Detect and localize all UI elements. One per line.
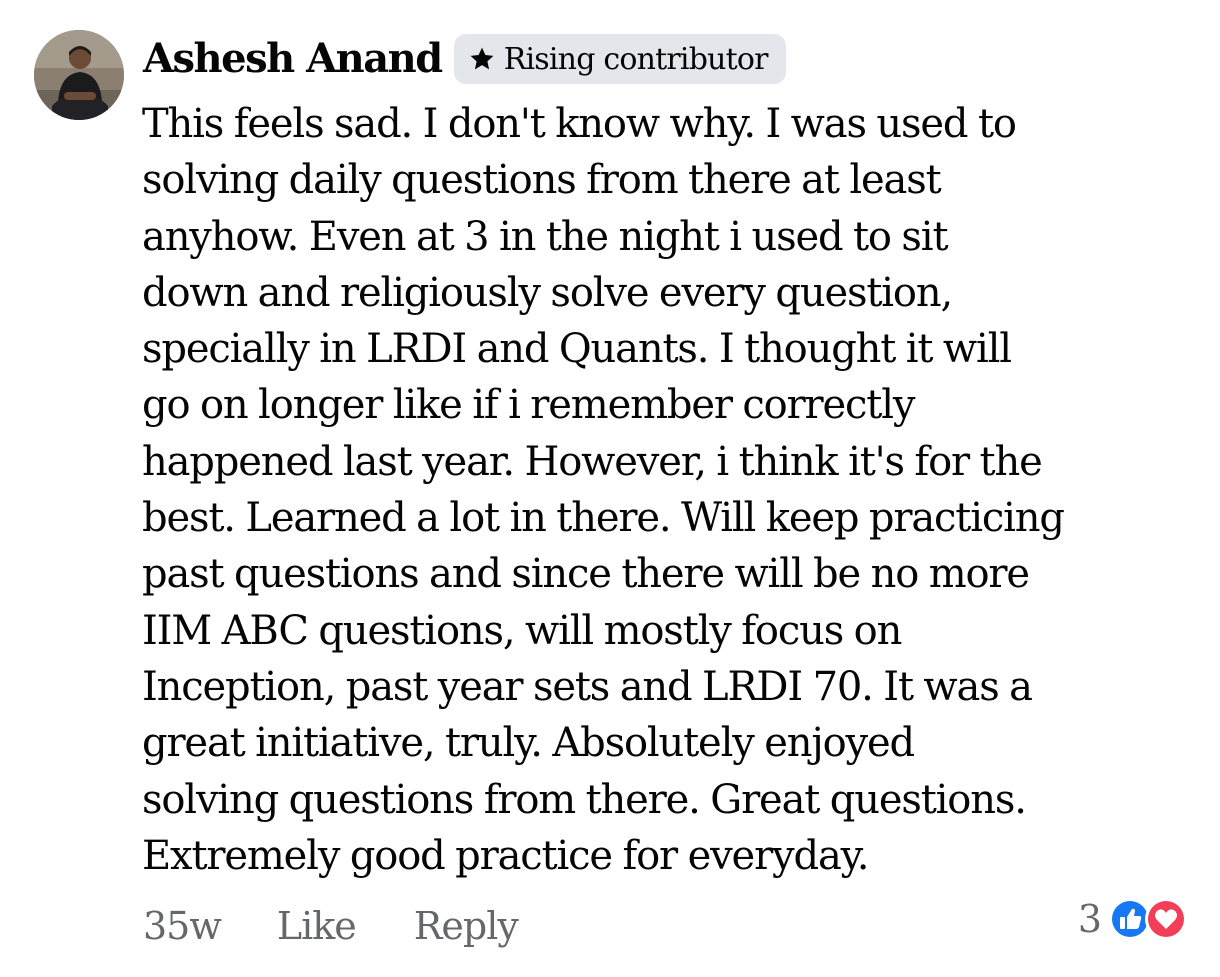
comment-body-line: Extremely good practice for everyday. bbox=[142, 832, 869, 879]
like-button[interactable]: Like bbox=[277, 898, 357, 954]
comment: Ashesh Anand Rising contributor This fee… bbox=[0, 0, 1220, 977]
comment-body-line: solving questions from there. Great ques… bbox=[142, 776, 1027, 823]
timestamp[interactable]: 35w bbox=[143, 898, 222, 954]
reply-button[interactable]: Reply bbox=[414, 898, 519, 954]
comment-actions: 35w Like Reply bbox=[143, 898, 519, 954]
avatar-photo bbox=[34, 30, 124, 120]
comment-body-line: Inception, past year sets and LRDI 70. I… bbox=[142, 663, 1033, 710]
comment-body-line: go on longer like if i remember correctl… bbox=[142, 382, 915, 429]
comment-body-line: past questions and since there will be n… bbox=[142, 551, 1030, 598]
love-reaction-icon bbox=[1145, 898, 1187, 940]
contributor-badge[interactable]: Rising contributor bbox=[453, 34, 786, 84]
reaction-count: 3 bbox=[1077, 897, 1102, 941]
reactions-summary[interactable]: 3 bbox=[1078, 894, 1188, 944]
comment-body-line: happened last year. However, i think it'… bbox=[142, 438, 1043, 485]
comment-body: This feels sad. I don't know why. I was … bbox=[142, 96, 1207, 884]
comment-header: Ashesh Anand Rising contributor bbox=[143, 32, 786, 86]
comment-body-line: down and religiously solve every questio… bbox=[142, 269, 953, 316]
comment-body-line: specially in LRDI and Quants. I thought … bbox=[142, 326, 1012, 373]
badge-label: Rising contributor bbox=[503, 41, 769, 77]
comment-body-line: best. Learned a lot in there. Will keep … bbox=[142, 495, 1065, 542]
comment-body-line: solving daily questions from there at le… bbox=[142, 157, 942, 204]
comment-body-line: This feels sad. I don't know why. I was … bbox=[142, 101, 1017, 147]
avatar[interactable] bbox=[34, 30, 124, 120]
comment-body-line: great initiative, truly. Absolutely enjo… bbox=[142, 720, 915, 767]
star-icon bbox=[470, 47, 494, 70]
author-name[interactable]: Ashesh Anand bbox=[143, 32, 443, 86]
comment-body-line: IIM ABC questions, will mostly focus on bbox=[142, 607, 902, 654]
comment-body-line: anyhow. Even at 3 in the night i used to… bbox=[142, 213, 949, 260]
